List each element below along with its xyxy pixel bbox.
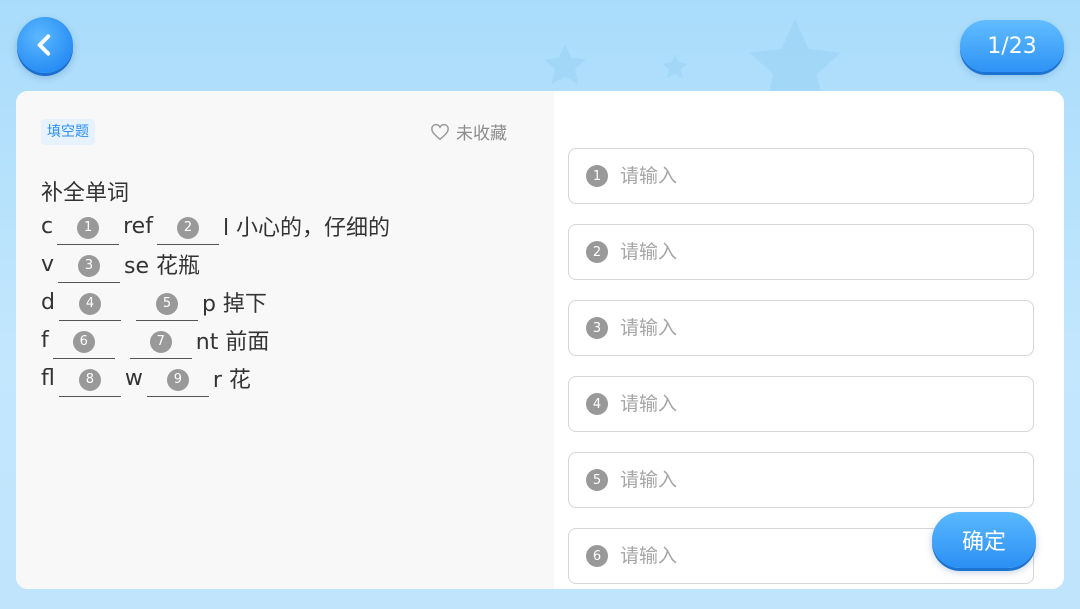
- line-text: w: [124, 365, 143, 391]
- chevron-left-icon: [37, 34, 51, 56]
- blank-number-badge: 9: [166, 368, 189, 391]
- line-text: se 花瓶: [124, 254, 201, 279]
- answer-field[interactable]: 1: [568, 148, 1034, 204]
- star-decoration-icon: [662, 54, 688, 79]
- line-text: r 花: [212, 368, 251, 393]
- blank-number-badge: 1: [77, 216, 100, 239]
- answer-number-badge: 3: [586, 317, 608, 339]
- answer-field[interactable]: 2: [568, 224, 1034, 280]
- blank-slot[interactable]: 4: [58, 288, 121, 321]
- blank-number-badge: 7: [149, 330, 172, 353]
- blank-slot[interactable]: 9: [146, 364, 209, 397]
- favorite-button[interactable]: 未收藏: [430, 119, 507, 144]
- blank-number-badge: 5: [155, 292, 178, 315]
- answer-field[interactable]: 5: [568, 452, 1034, 508]
- answer-number-badge: 6: [586, 545, 608, 567]
- question-progress: 1/23: [960, 20, 1064, 72]
- answer-number-badge: 4: [586, 393, 608, 415]
- line-text: ref: [123, 213, 153, 239]
- answer-input[interactable]: [618, 468, 1002, 492]
- blank-slot[interactable]: 5: [135, 288, 198, 321]
- blank-slot[interactable]: 2: [156, 212, 219, 245]
- heart-outline-icon: [431, 123, 449, 140]
- line-text: d: [41, 289, 55, 315]
- question-line: c 1 ref 2 l 小心的，仔细的: [41, 207, 390, 245]
- confirm-button[interactable]: 确定: [932, 512, 1036, 568]
- line-text: v: [41, 251, 55, 277]
- question-line: d4 5 p 掉下: [41, 283, 390, 321]
- answer-input[interactable]: [618, 316, 1002, 340]
- line-text: [125, 290, 132, 315]
- blank-number-badge: 8: [78, 368, 101, 391]
- blank-slot[interactable]: 8: [58, 364, 121, 397]
- question-line: f6 7 nt 前面: [41, 321, 390, 359]
- answer-number-badge: 5: [586, 469, 608, 491]
- line-text: c: [41, 213, 54, 239]
- blank-number-badge: 2: [176, 216, 199, 239]
- favorite-label: 未收藏: [456, 124, 507, 144]
- blank-number-badge: 6: [72, 330, 95, 353]
- question-line: v 3 se 花瓶: [41, 245, 390, 283]
- back-button[interactable]: [17, 17, 73, 73]
- answer-number-badge: 2: [586, 241, 608, 263]
- line-text: f: [41, 327, 49, 353]
- blank-slot[interactable]: 6: [52, 326, 115, 359]
- blank-slot[interactable]: 3: [58, 250, 121, 283]
- question-line: fl 8 w 9 r 花: [41, 359, 390, 397]
- blank-number-badge: 3: [78, 254, 101, 277]
- line-text: p 掉下: [201, 292, 267, 317]
- blank-slot[interactable]: 1: [57, 212, 120, 245]
- answer-input[interactable]: [618, 240, 1002, 264]
- question-pane: 填空题 未收藏 补全单词 c 1 ref 2 l 小心的，仔细的 v 3 se 花瓶 d 4 5p…: [16, 91, 554, 589]
- question-type-tag: 填空题: [41, 119, 95, 145]
- answer-field[interactable]: 3: [568, 300, 1034, 356]
- question-title: 补全单词: [41, 181, 130, 206]
- line-text: l 小心的，仔细的: [222, 216, 391, 241]
- question-card: 填空题 未收藏 补全单词 c 1 ref 2 l 小心的，仔细的 v 3 se 花瓶 d 4 5p…: [16, 91, 1064, 589]
- line-text: nt 前面: [195, 330, 270, 355]
- answer-number-badge: 1: [586, 165, 608, 187]
- answer-input[interactable]: [618, 392, 1002, 416]
- blank-number-badge: 4: [78, 292, 101, 315]
- question-lines: c 1 ref 2 l 小心的，仔细的 v 3 se 花瓶 d 4 5p 掉下 f 6 7 nt 前面 f…: [41, 207, 390, 397]
- line-text: [119, 328, 126, 353]
- blank-slot[interactable]: 7: [129, 326, 192, 359]
- star-decoration-icon: [544, 44, 586, 84]
- answer-input[interactable]: [618, 164, 1002, 188]
- answer-field[interactable]: 4: [568, 376, 1034, 432]
- line-text: fl: [41, 365, 55, 391]
